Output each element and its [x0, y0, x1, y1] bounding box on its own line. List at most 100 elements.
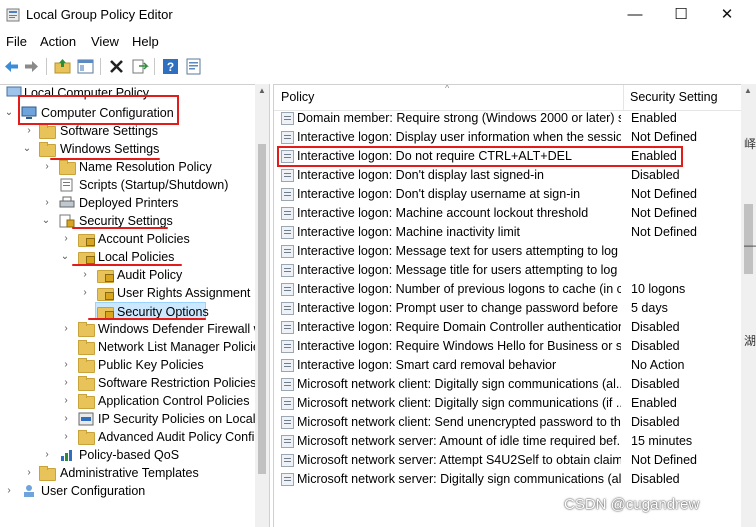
- policy-name: Interactive logon: Prompt user to change…: [297, 301, 621, 315]
- policy-row[interactable]: Microsoft network client: Digitally sign…: [274, 375, 742, 394]
- tree-item-policy-based-qos[interactable]: › Policy-based QoS: [0, 446, 255, 464]
- tree-item-ip-security-policies[interactable]: › IP Security Policies on Local C: [0, 410, 268, 428]
- policy-row[interactable]: Interactive logon: Number of previous lo…: [274, 280, 742, 299]
- up-folder-icon[interactable]: [53, 57, 72, 76]
- scroll-up-arrow-icon[interactable]: ▲: [741, 86, 755, 95]
- policy-name: Interactive logon: Number of previous lo…: [297, 282, 621, 296]
- policy-row[interactable]: Interactive logon: Message title for use…: [274, 261, 742, 280]
- side-glyph: —: [744, 238, 756, 252]
- show-hide-console-tree-icon[interactable]: [76, 57, 95, 76]
- chevron-right-icon[interactable]: ›: [61, 356, 71, 374]
- tree-item-windows-defender-firewall[interactable]: › Windows Defender Firewall w: [0, 320, 263, 338]
- policy-security-setting: Not Defined: [631, 225, 698, 239]
- policy-security-setting: Disabled: [631, 168, 680, 182]
- side-glyph: 峄: [744, 137, 756, 151]
- policy-row[interactable]: Interactive logon: Prompt user to change…: [274, 299, 742, 318]
- tree-item-scripts[interactable]: Scripts (Startup/Shutdown): [0, 176, 255, 194]
- help-icon[interactable]: ?: [161, 57, 180, 76]
- policy-row[interactable]: Microsoft network server: Digitally sign…: [274, 470, 742, 489]
- chevron-right-icon[interactable]: ›: [61, 374, 71, 392]
- chevron-right-icon[interactable]: ›: [61, 392, 71, 410]
- chevron-right-icon[interactable]: ›: [61, 320, 71, 338]
- chevron-right-icon[interactable]: ›: [24, 464, 34, 482]
- chevron-down-icon[interactable]: ⌄: [41, 212, 51, 230]
- tree-scrollbar[interactable]: ▲: [255, 84, 269, 527]
- policy-security-setting: Not Defined: [631, 187, 698, 201]
- tree-item-public-key-policies[interactable]: › Public Key Policies: [0, 356, 255, 374]
- folder-icon: [39, 124, 56, 139]
- policy-row[interactable]: Microsoft network server: Attempt S4U2Se…: [274, 451, 742, 470]
- scrollbar-thumb[interactable]: [258, 144, 266, 474]
- policy-row[interactable]: Interactive logon: Require Domain Contro…: [274, 318, 742, 337]
- menu-file[interactable]: File: [6, 34, 27, 49]
- policy-setting-icon: [281, 112, 294, 125]
- chevron-down-icon[interactable]: ⌄: [22, 140, 32, 158]
- tree-item-account-policies[interactable]: › Account Policies: [0, 230, 255, 248]
- chevron-right-icon[interactable]: ›: [42, 446, 52, 464]
- chevron-right-icon[interactable]: ›: [42, 194, 52, 212]
- policy-row[interactable]: Microsoft network server: Amount of idle…: [274, 432, 742, 451]
- policy-name: Interactive logon: Don't display usernam…: [297, 187, 581, 201]
- tree-item-application-control-policies[interactable]: › Application Control Policies: [0, 392, 255, 410]
- tree-item-user-rights-assignment[interactable]: › User Rights Assignment: [0, 284, 255, 302]
- chevron-right-icon[interactable]: ›: [4, 482, 14, 500]
- policy-security-setting: Not Defined: [631, 206, 698, 220]
- policy-row[interactable]: Interactive logon: Message text for user…: [274, 242, 742, 261]
- tree-item-label: Network List Manager Policie: [98, 340, 260, 354]
- security-settings-icon: [59, 214, 75, 228]
- policy-row[interactable]: Interactive logon: Machine inactivity li…: [274, 223, 742, 242]
- back-arrow-icon[interactable]: [2, 57, 21, 76]
- policy-name: Interactive logon: Don't display last si…: [297, 168, 544, 182]
- tree-item-administrative-templates[interactable]: › Administrative Templates: [0, 464, 255, 482]
- chevron-right-icon[interactable]: ›: [80, 284, 90, 302]
- properties-icon[interactable]: [184, 57, 203, 76]
- policy-row[interactable]: Interactive logon: Don't display last si…: [274, 166, 742, 185]
- policy-setting-icon: [281, 359, 294, 372]
- window-title: Local Group Policy Editor: [26, 7, 173, 22]
- maximize-button[interactable]: ☐: [658, 0, 704, 30]
- tree-item-user-configuration[interactable]: › User Configuration: [0, 482, 255, 500]
- chevron-right-icon[interactable]: ›: [61, 428, 71, 446]
- policy-security-setting: 10 logons: [631, 282, 686, 296]
- forward-arrow-icon[interactable]: [22, 57, 41, 76]
- tree-item-name-resolution-policy[interactable]: › Name Resolution Policy: [0, 158, 255, 176]
- tree-item-network-list-manager[interactable]: Network List Manager Policie: [0, 338, 260, 356]
- chevron-right-icon[interactable]: ›: [80, 266, 90, 284]
- policy-row[interactable]: Interactive logon: Display user informat…: [274, 128, 742, 147]
- policy-row[interactable]: Interactive logon: Machine account locko…: [274, 204, 742, 223]
- export-list-icon[interactable]: [130, 57, 149, 76]
- minimize-button[interactable]: —: [612, 0, 658, 30]
- annotation-box-ctrl-alt-del-policy: [277, 146, 683, 167]
- policy-row[interactable]: Microsoft network client: Digitally sign…: [274, 394, 742, 413]
- column-header-security-setting[interactable]: Security Setting: [630, 90, 718, 104]
- menu-view[interactable]: View: [91, 34, 119, 49]
- chevron-right-icon[interactable]: ›: [61, 230, 71, 248]
- column-header-policy[interactable]: Policy: [281, 90, 314, 104]
- chevron-right-icon[interactable]: ›: [61, 410, 71, 428]
- menu-action[interactable]: Action: [40, 34, 76, 49]
- delete-icon[interactable]: [107, 57, 126, 76]
- policy-row[interactable]: Interactive logon: Smart card removal be…: [274, 356, 742, 375]
- column-divider[interactable]: [623, 85, 624, 111]
- tree-item-software-restriction-policies[interactable]: › Software Restriction Policies: [0, 374, 256, 392]
- locked-folder-icon: [78, 232, 95, 247]
- tree-item-advanced-audit-policy[interactable]: › Advanced Audit Policy Confi: [0, 428, 255, 446]
- close-button[interactable]: ✕: [704, 0, 750, 30]
- scroll-up-arrow-icon[interactable]: ▲: [255, 86, 269, 95]
- chevron-down-icon[interactable]: ⌄: [60, 248, 70, 266]
- policy-row[interactable]: Domain member: Require strong (Windows 2…: [274, 109, 742, 128]
- tree-item-deployed-printers[interactable]: › Deployed Printers: [0, 194, 255, 212]
- policy-row[interactable]: Microsoft network client: Send unencrypt…: [274, 413, 742, 432]
- policy-row[interactable]: Interactive logon: Require Windows Hello…: [274, 337, 742, 356]
- policy-security-setting: Enabled: [631, 396, 677, 410]
- chevron-right-icon[interactable]: ›: [42, 158, 52, 176]
- policy-security-setting: No Action: [631, 358, 685, 372]
- policy-name: Interactive logon: Require Domain Contro…: [297, 320, 621, 334]
- svg-text:?: ?: [167, 60, 174, 74]
- tree-item-audit-policy[interactable]: › Audit Policy: [0, 266, 255, 284]
- tree-item-windows-settings[interactable]: ⌄ Windows Settings: [0, 140, 255, 158]
- policy-row[interactable]: Interactive logon: Don't display usernam…: [274, 185, 742, 204]
- csdn-watermark: CSDN @cugandrew: [564, 496, 700, 513]
- chevron-down-icon[interactable]: ⌄: [4, 104, 14, 122]
- menu-help[interactable]: Help: [132, 34, 159, 49]
